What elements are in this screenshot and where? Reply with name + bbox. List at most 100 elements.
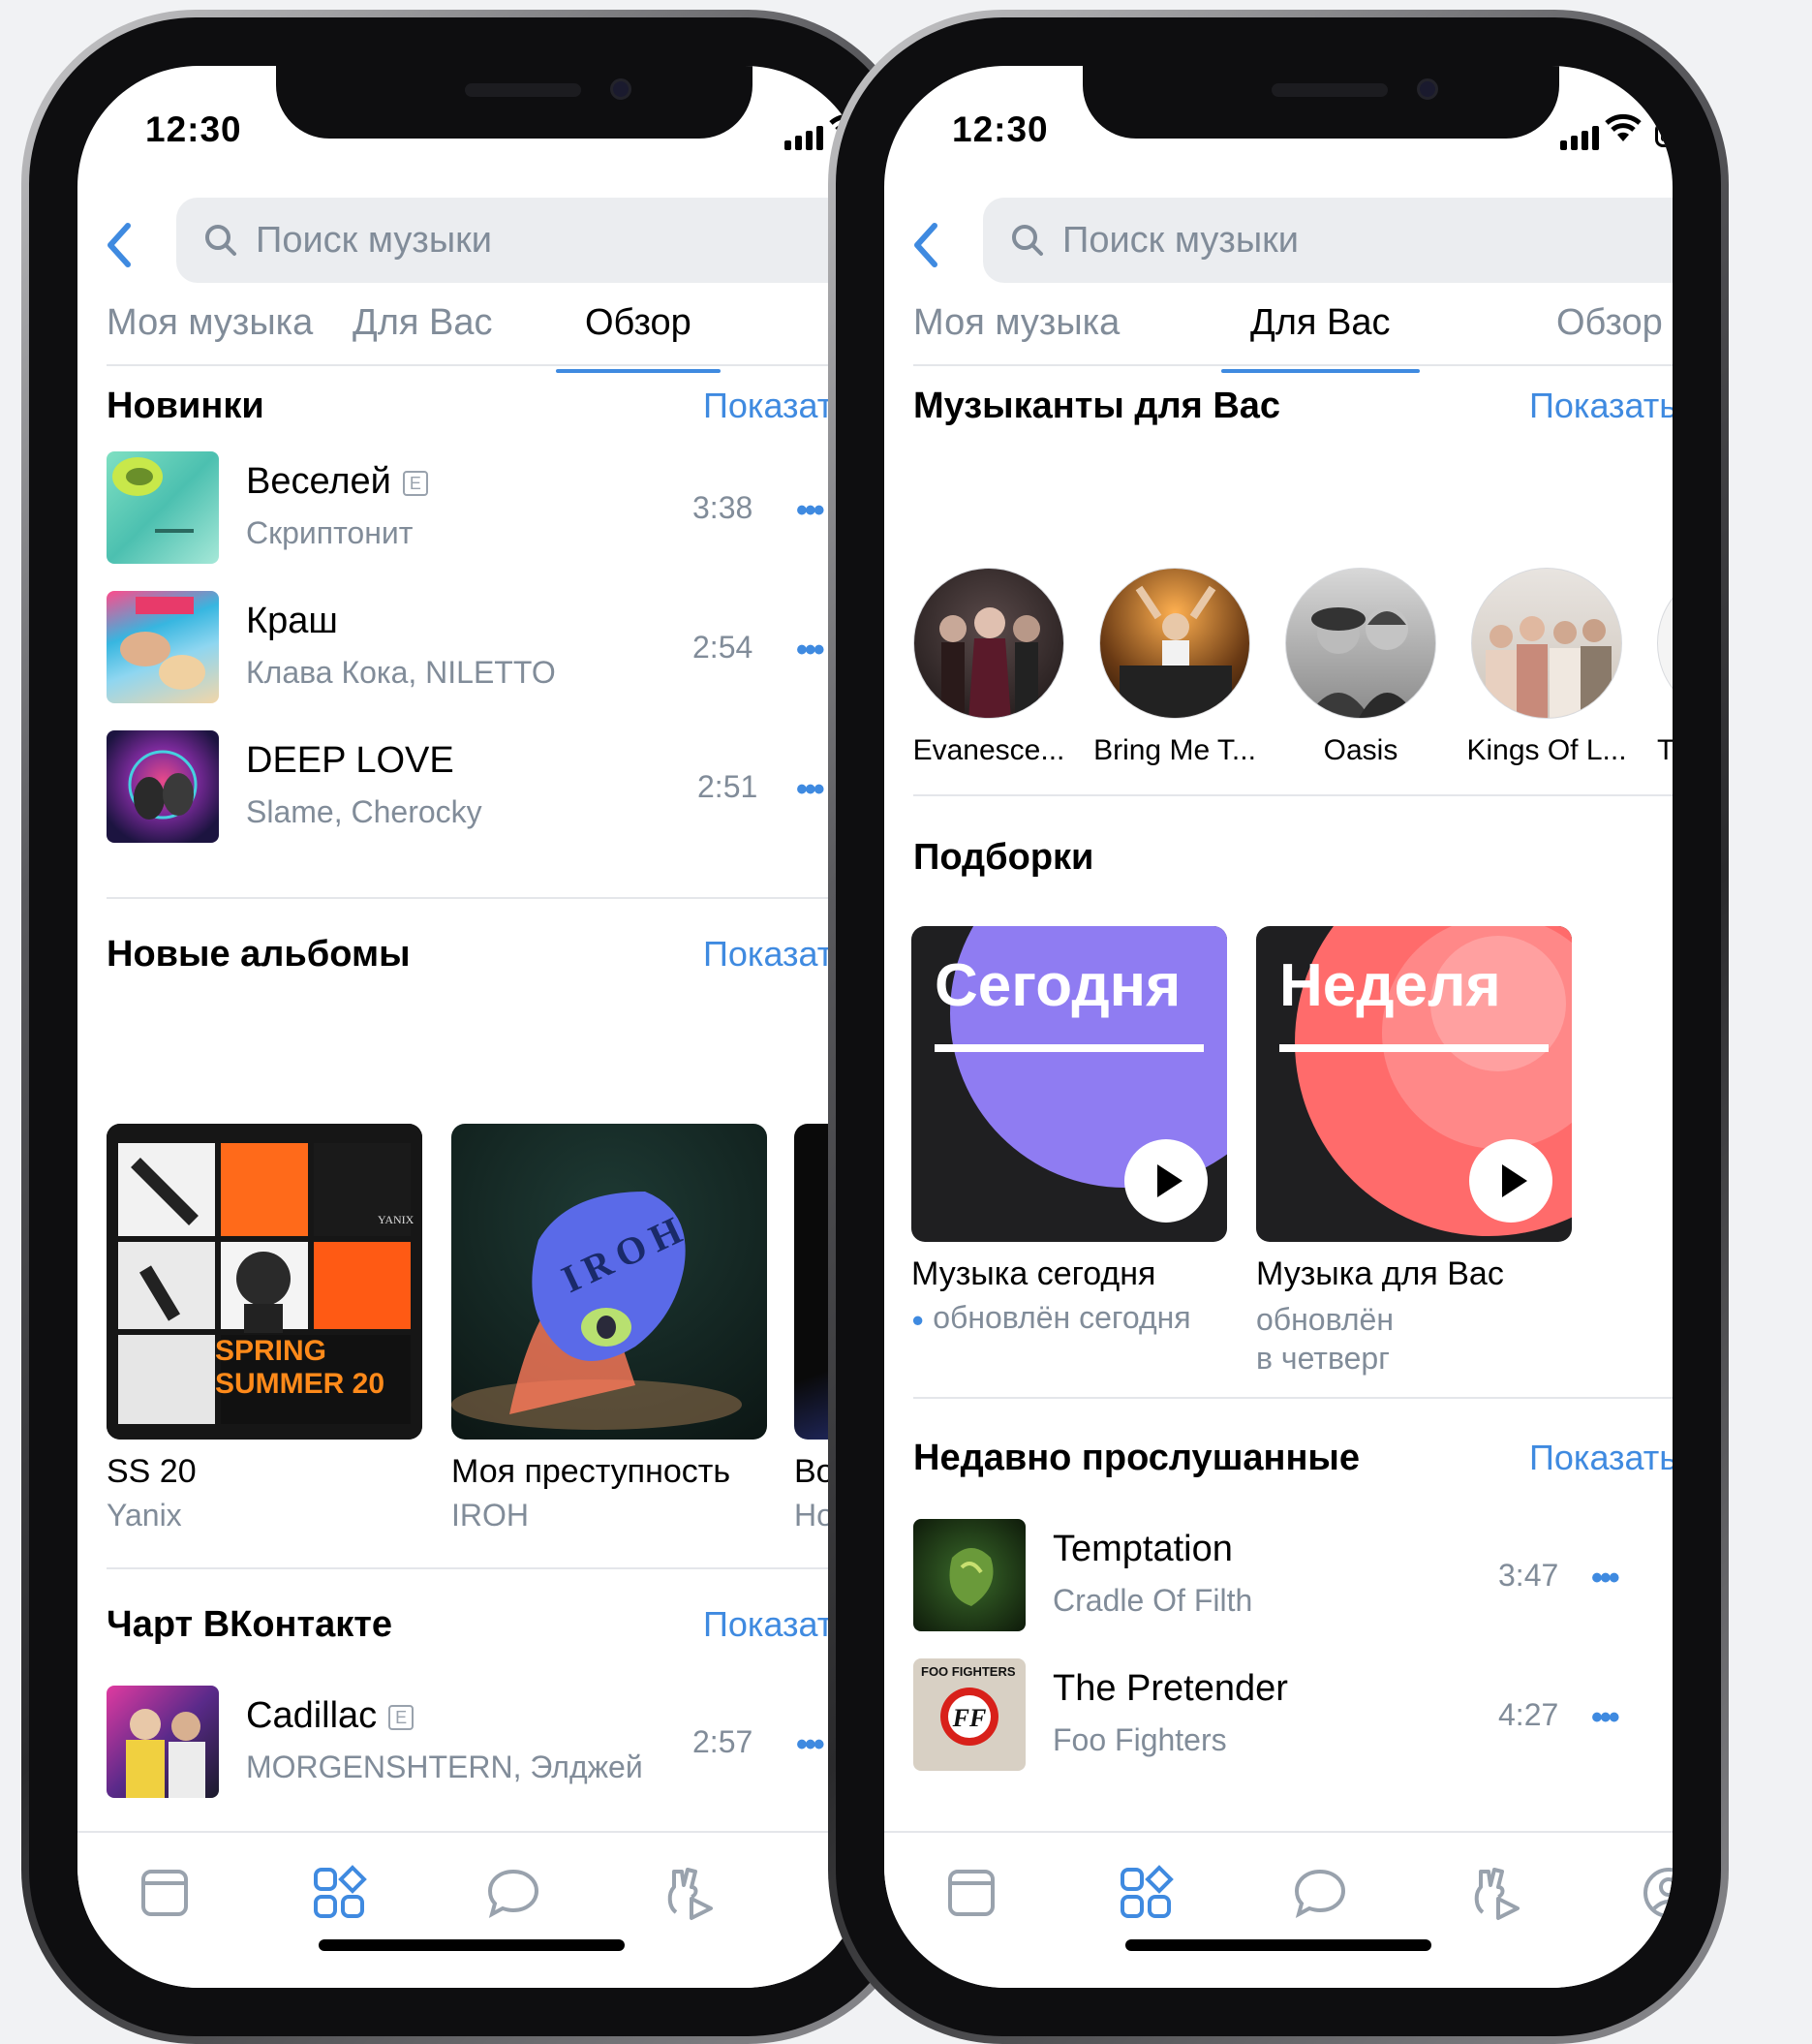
news-icon[interactable] [942, 1864, 1000, 1922]
divider [913, 1397, 1673, 1399]
track-row[interactable]: FF FOO FIGHTERS The Pretender Foo Fighte… [913, 1658, 1669, 1775]
tab-my-music[interactable]: Моя музыка [107, 302, 313, 344]
track-title: Cadillac E [246, 1695, 415, 1737]
track-title: Temptation [1053, 1529, 1233, 1569]
search-bar[interactable] [176, 198, 866, 283]
section-title-new-albums: Новые альбомы [107, 934, 411, 975]
more-icon[interactable]: ••• [796, 1726, 825, 1764]
playlist-title: Музыка сегодня [911, 1255, 1156, 1292]
back-icon[interactable] [906, 216, 944, 274]
track-duration: 3:38 [692, 490, 753, 525]
tab-browse[interactable]: Обзор [1556, 302, 1663, 344]
divider [913, 794, 1673, 796]
tab-my-music[interactable]: Моя музыка [913, 302, 1120, 344]
album-cover-text: SUMMER 20 [215, 1368, 385, 1400]
track-row[interactable]: Краш Клава Кока, NILETTO 2:54 ••• [107, 591, 862, 707]
artist-avatar[interactable] [913, 568, 1064, 719]
status-bar: 12:30 [884, 66, 1673, 192]
tab-bar-top: Моя музыка Для Вас Обзор [913, 289, 1673, 373]
track-artist: Клава Кока, NILETTO [246, 655, 556, 690]
explicit-badge: E [402, 470, 428, 496]
tab-bar-top: Моя музыка Для Вас Обзор [107, 289, 866, 373]
show-all-artists[interactable]: Показать все [1529, 386, 1673, 426]
track-duration: 2:54 [692, 630, 753, 665]
news-icon[interactable] [136, 1864, 194, 1922]
track-duration: 2:57 [692, 1724, 753, 1759]
artist-name: Kings Of L... [1466, 734, 1627, 766]
track-cover [107, 1686, 219, 1798]
album-artist: IROH [451, 1498, 529, 1533]
track-cover-text: FOO FIGHTERS [921, 1664, 1016, 1679]
services-icon[interactable] [1117, 1864, 1175, 1922]
playlist-cover[interactable]: Неделя [1256, 926, 1572, 1242]
screen-browse: 12:30 Моя музыка Для Вас Обзор Новинки П… [77, 66, 866, 1988]
more-icon[interactable]: ••• [796, 771, 825, 809]
phone-left: 12:30 Моя музыка Для Вас Обзор Новинки П… [21, 10, 922, 2044]
explicit-badge: E [388, 1704, 415, 1730]
status-time: 12:30 [145, 109, 242, 149]
search-input[interactable] [256, 219, 740, 262]
track-artist: Slame, Cherocky [246, 794, 482, 829]
phone-right: 12:30 Моя музыка Для Вас Обзор Музыканты… [828, 10, 1729, 2044]
artist-avatar[interactable] [1285, 568, 1436, 719]
services-icon[interactable] [310, 1864, 368, 1922]
album-cover[interactable]: IROH [451, 1124, 767, 1440]
artist-name: Evanesce... [912, 734, 1065, 766]
playlist-cover[interactable]: Сегодня [911, 926, 1227, 1242]
track-title: DEEP LOVE [246, 740, 454, 781]
artist-name: Oasis [1323, 734, 1398, 766]
album-artist: Yanix [107, 1498, 182, 1533]
album-cover-text: SPRING [215, 1335, 327, 1367]
artist-avatar[interactable] [1099, 568, 1250, 719]
divider [107, 897, 866, 899]
more-icon[interactable]: ••• [1591, 1560, 1620, 1597]
track-duration: 4:27 [1498, 1697, 1559, 1732]
bottom-tab-bar [77, 1831, 866, 1988]
track-artist: Скриптонит [246, 515, 414, 550]
track-artist: Cradle Of Filth [1053, 1583, 1253, 1618]
more-icon[interactable]: ••• [796, 492, 825, 530]
messages-icon[interactable] [1291, 1864, 1349, 1922]
clips-icon[interactable] [1465, 1864, 1523, 1922]
tab-for-you[interactable]: Для Вас [1221, 302, 1419, 373]
track-duration: 3:47 [1498, 1558, 1559, 1593]
section-title-artists: Музыканты для Вас [913, 386, 1281, 426]
search-bar[interactable] [983, 198, 1673, 283]
track-row[interactable]: DEEP LOVE Slame, Cherocky 2:51 ••• [107, 730, 862, 847]
artist-avatar[interactable] [1471, 568, 1622, 719]
profile-icon[interactable] [1640, 1864, 1673, 1922]
notch [276, 66, 752, 139]
playlist-title: Музыка для Вас [1256, 1255, 1504, 1292]
track-artist: MORGENSHTERN, Элджей [246, 1750, 643, 1784]
more-icon[interactable]: ••• [796, 632, 825, 669]
section-title-chart: Чарт ВКонтакте [107, 1604, 393, 1645]
playlist-cover-title: Сегодня [935, 952, 1182, 1019]
track-row[interactable]: Веселей E Скриптонит 3:38 ••• [107, 451, 862, 568]
home-indicator[interactable] [319, 1939, 625, 1951]
track-row[interactable]: Cadillac E MORGENSHTERN, Элджей 2:57 ••• [107, 1686, 862, 1802]
album-cover[interactable]: SPRING SUMMER 20 YANIX [107, 1124, 422, 1440]
playlist-cover-title: Неделя [1279, 952, 1501, 1019]
show-all-recent[interactable]: Показать все [1529, 1438, 1673, 1478]
back-icon[interactable] [99, 216, 138, 274]
play-icon[interactable] [1467, 1137, 1554, 1224]
messages-icon[interactable] [484, 1864, 542, 1922]
track-cover [107, 451, 219, 564]
track-title: The Pretender [1053, 1668, 1288, 1709]
search-input[interactable] [1062, 219, 1547, 262]
more-icon[interactable]: ••• [1591, 1699, 1620, 1737]
divider [107, 1567, 866, 1569]
home-indicator[interactable] [1125, 1939, 1431, 1951]
track-title: Веселей E [246, 461, 428, 503]
track-row[interactable]: Temptation Cradle Of Filth 3:47 ••• [913, 1519, 1669, 1635]
track-artist: Foo Fighters [1053, 1722, 1227, 1757]
notch [1083, 66, 1559, 139]
tab-for-you[interactable]: Для Вас [353, 302, 493, 344]
clips-icon[interactable] [659, 1864, 717, 1922]
playlist-updated: обновлён [1256, 1302, 1394, 1337]
track-cover [107, 730, 219, 843]
play-icon[interactable] [1122, 1137, 1210, 1224]
artist-avatar[interactable] [1657, 568, 1673, 719]
tab-browse[interactable]: Обзор [556, 302, 721, 373]
album-title: Моя преступность [451, 1453, 731, 1490]
